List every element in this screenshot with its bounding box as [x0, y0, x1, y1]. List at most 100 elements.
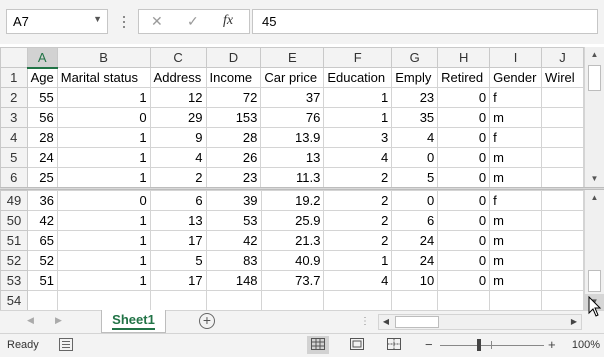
- row-header-51[interactable]: 51: [0, 230, 28, 251]
- cell-a52[interactable]: 52: [26, 250, 58, 271]
- cell-e49[interactable]: 19.2: [260, 190, 325, 211]
- cell-h4[interactable]: 0: [437, 127, 491, 148]
- cell-e3[interactable]: 76: [260, 107, 325, 128]
- row-header-50[interactable]: 50: [0, 210, 28, 231]
- zoom-in-button[interactable]: +: [548, 337, 556, 352]
- row-header-52[interactable]: 52: [0, 250, 28, 271]
- cell-e53[interactable]: 73.7: [260, 270, 325, 291]
- cell-e1[interactable]: Car price: [260, 67, 325, 88]
- cell-f6[interactable]: 2: [323, 167, 393, 187]
- cell-e50[interactable]: 25.9: [260, 210, 325, 231]
- cell-d51[interactable]: 42: [205, 230, 262, 251]
- scroll-left-icon[interactable]: ◀: [379, 315, 393, 329]
- cell-g6[interactable]: 5: [391, 167, 439, 187]
- cell-b52[interactable]: 1: [56, 250, 151, 271]
- cell-i50[interactable]: m: [489, 210, 543, 231]
- macro-record-icon[interactable]: [59, 338, 73, 351]
- cell-a2[interactable]: 55: [26, 87, 58, 108]
- cell-g53[interactable]: 10: [391, 270, 439, 291]
- cell-e6[interactable]: 11.3: [260, 167, 325, 187]
- row-header-3[interactable]: 3: [0, 107, 28, 128]
- column-header-h[interactable]: H: [437, 47, 491, 68]
- cell-c5[interactable]: 4: [149, 147, 207, 168]
- enter-icon[interactable]: ✓: [187, 13, 199, 30]
- cell-b51[interactable]: 1: [56, 230, 151, 251]
- cell-j4[interactable]: [541, 127, 584, 148]
- column-header-f[interactable]: F: [323, 47, 393, 68]
- cell-a51[interactable]: 65: [26, 230, 58, 251]
- scroll-up-icon[interactable]: ▲: [585, 47, 604, 63]
- cell-j49[interactable]: [541, 190, 584, 211]
- cell-g5[interactable]: 0: [391, 147, 439, 168]
- cell-i49[interactable]: f: [489, 190, 543, 211]
- grid-pane-bottom[interactable]: 49 36 0 6 39 19.2 2 0 0 f 50 42 1 13 53 25.9 2 6 0 m 51 65 1 17…: [0, 190, 584, 310]
- cell-a3[interactable]: 56: [26, 107, 58, 128]
- cell-g50[interactable]: 6: [391, 210, 439, 231]
- cell-b53[interactable]: 1: [56, 270, 151, 291]
- page-break-view-button[interactable]: [383, 336, 405, 354]
- cell-f3[interactable]: 1: [323, 107, 393, 128]
- cell-i1[interactable]: Gender: [489, 67, 543, 88]
- cell-c6[interactable]: 2: [149, 167, 207, 187]
- cell-i5[interactable]: m: [489, 147, 543, 168]
- cell-c53[interactable]: 17: [149, 270, 207, 291]
- cell-e4[interactable]: 13.9: [260, 127, 325, 148]
- cell-g52[interactable]: 24: [391, 250, 439, 271]
- tab-sheet1[interactable]: Sheet1: [101, 310, 166, 333]
- cell-c2[interactable]: 12: [149, 87, 207, 108]
- page-layout-view-button[interactable]: [346, 336, 368, 354]
- cell-h51[interactable]: 0: [437, 230, 491, 251]
- row-header-1[interactable]: 1: [0, 67, 28, 88]
- scrollbar-thumb[interactable]: [588, 270, 601, 292]
- cell-i4[interactable]: f: [489, 127, 543, 148]
- previous-sheet-icon[interactable]: ◀: [27, 315, 34, 326]
- cell-i2[interactable]: f: [489, 87, 543, 108]
- cell-a49[interactable]: 36: [26, 190, 58, 211]
- cell-c3[interactable]: 29: [149, 107, 207, 128]
- scrollbar-thumb[interactable]: [395, 316, 439, 328]
- formula-input[interactable]: 45: [252, 9, 598, 34]
- cell-b6[interactable]: 1: [56, 167, 151, 187]
- scroll-up-icon[interactable]: ▲: [585, 190, 604, 206]
- zoom-slider-thumb[interactable]: [477, 339, 481, 351]
- cell-h5[interactable]: 0: [437, 147, 491, 168]
- row-header-6[interactable]: 6: [0, 167, 28, 187]
- row-header-2[interactable]: 2: [0, 87, 28, 108]
- vertical-scrollbar-bottom[interactable]: ▲ ▼: [584, 190, 604, 310]
- cell-i51[interactable]: m: [489, 230, 543, 251]
- cell-d5[interactable]: 26: [205, 147, 262, 168]
- vertical-scrollbar-top[interactable]: ▲ ▼: [584, 47, 604, 187]
- cell-f5[interactable]: 4: [323, 147, 393, 168]
- cell-j52[interactable]: [541, 250, 584, 271]
- tab-split-handle-icon[interactable]: ⋮: [360, 316, 371, 327]
- cell-d4[interactable]: 28: [205, 127, 262, 148]
- cell-i53[interactable]: m: [489, 270, 543, 291]
- cell-j1[interactable]: Wirel: [541, 67, 584, 88]
- cell-e51[interactable]: 21.3: [260, 230, 325, 251]
- cell-b54[interactable]: [56, 290, 151, 310]
- cell-g49[interactable]: 0: [391, 190, 439, 211]
- cell-a4[interactable]: 28: [26, 127, 58, 148]
- row-header-5[interactable]: 5: [0, 147, 28, 168]
- name-box[interactable]: A7 ▼: [6, 9, 108, 34]
- cell-h53[interactable]: 0: [437, 270, 491, 291]
- cell-d6[interactable]: 23: [205, 167, 262, 187]
- select-all-corner[interactable]: [0, 47, 28, 68]
- cell-j53[interactable]: [541, 270, 584, 291]
- cell-e2[interactable]: 37: [260, 87, 325, 108]
- grid-pane-top[interactable]: A B C D E F G H I J 1 Age Marital status Address Incom…: [0, 47, 584, 187]
- cell-c49[interactable]: 6: [149, 190, 207, 211]
- cell-d54[interactable]: [205, 290, 262, 310]
- cell-f4[interactable]: 3: [323, 127, 393, 148]
- cell-c54[interactable]: [149, 290, 207, 310]
- cell-b5[interactable]: 1: [56, 147, 151, 168]
- cell-f52[interactable]: 1: [323, 250, 393, 271]
- cell-e5[interactable]: 13: [260, 147, 325, 168]
- cell-b50[interactable]: 1: [56, 210, 151, 231]
- cell-j6[interactable]: [541, 167, 584, 187]
- cell-b3[interactable]: 0: [56, 107, 151, 128]
- next-sheet-icon[interactable]: ▶: [55, 315, 62, 326]
- zoom-level[interactable]: 100%: [556, 339, 600, 351]
- zoom-out-button[interactable]: −: [425, 337, 433, 352]
- cell-h49[interactable]: 0: [437, 190, 491, 211]
